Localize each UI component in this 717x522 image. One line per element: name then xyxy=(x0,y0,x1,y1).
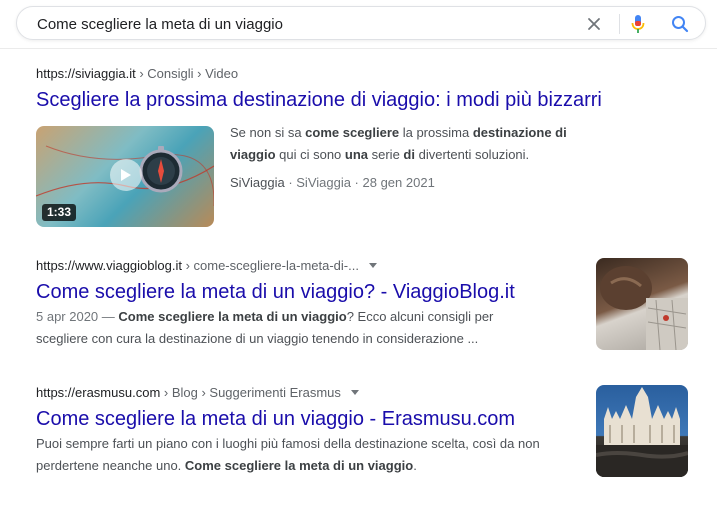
search-result-video: https://siviaggia.it › Consigli › Video … xyxy=(36,66,602,227)
result-cite[interactable]: https://siviaggia.it › Consigli › Video xyxy=(36,66,602,82)
snippet-text: serie xyxy=(368,147,404,162)
close-icon xyxy=(588,18,600,30)
chevron-down-icon[interactable] xyxy=(368,263,377,269)
snippet-text: Se non si sa xyxy=(230,125,306,140)
video-source: SiViaggia · SiViaggia · 28 gen 2021 xyxy=(230,174,610,192)
result-date: 5 apr 2020 — xyxy=(36,309,119,324)
result-title-link[interactable]: Come scegliere la meta di un viaggio? - … xyxy=(36,280,536,304)
snippet-highlight: una xyxy=(344,147,369,162)
play-icon xyxy=(121,169,131,181)
search-result: https://www.viaggioblog.it › come-scegli… xyxy=(36,258,536,350)
cite-path: › come-scegliere-la-meta-di-... xyxy=(181,258,359,273)
video-meta: Se non si sa come scegliere la prossima … xyxy=(230,122,610,192)
video-duration: 1:33 xyxy=(42,204,77,221)
microphone-icon xyxy=(631,15,645,33)
snippet-highlight: di xyxy=(403,147,415,162)
result-snippet: 5 apr 2020 — Come scegliere la meta di u… xyxy=(36,306,536,350)
search-button[interactable] xyxy=(669,13,691,35)
result-thumbnail[interactable] xyxy=(596,385,688,477)
result-thumbnail[interactable] xyxy=(596,258,688,350)
snippet-text: la prossima xyxy=(399,125,473,140)
result-cite[interactable]: https://erasmusu.com › Blog › Suggerimen… xyxy=(36,385,586,401)
voice-search-button[interactable] xyxy=(627,13,649,35)
snippet-text: qui ci sono xyxy=(275,147,345,162)
search-bar-separator xyxy=(619,14,620,34)
milan-cathedral-thumbnail xyxy=(596,387,688,477)
snippet-highlight: come scegliere xyxy=(305,125,400,140)
result-snippet: Puoi sempre farti un piano con i luoghi … xyxy=(36,433,586,477)
cite-domain: https://siviaggia.it xyxy=(36,66,136,81)
header-divider xyxy=(0,48,717,49)
video-source-name: SiViaggia xyxy=(230,175,285,190)
video-thumbnail[interactable]: 1:33 xyxy=(36,126,214,227)
cite-domain: https://erasmusu.com xyxy=(36,385,161,400)
snippet-highlight: Come scegliere la meta di un viaggio xyxy=(184,458,414,473)
result-title-link[interactable]: Come scegliere la meta di un viaggio - E… xyxy=(36,407,586,431)
video-source-detail: · SiViaggia · 28 gen 2021 xyxy=(284,175,435,190)
cite-domain: https://www.viaggioblog.it xyxy=(36,258,182,273)
search-icon xyxy=(672,16,689,33)
play-button[interactable] xyxy=(110,159,142,191)
result-cite[interactable]: https://www.viaggioblog.it › come-scegli… xyxy=(36,258,536,274)
result-snippet: Se non si sa come scegliere la prossima … xyxy=(230,122,610,166)
cite-path: › Blog › Suggerimenti Erasmus xyxy=(160,385,341,400)
clear-search-button[interactable] xyxy=(583,13,605,35)
cite-path: › Consigli › Video xyxy=(135,66,239,81)
search-result: https://erasmusu.com › Blog › Suggerimen… xyxy=(36,385,586,477)
snippet-text: . xyxy=(413,458,417,473)
search-bar xyxy=(16,6,706,40)
chevron-down-icon[interactable] xyxy=(350,390,359,396)
snippet-highlight: Come scegliere la meta di un viaggio xyxy=(118,309,347,324)
snippet-text: divertenti soluzioni. xyxy=(414,147,530,162)
search-input[interactable] xyxy=(37,14,577,34)
map-planning-thumbnail xyxy=(600,266,688,350)
result-title-link[interactable]: Scegliere la prossima destinazione di vi… xyxy=(36,88,602,112)
